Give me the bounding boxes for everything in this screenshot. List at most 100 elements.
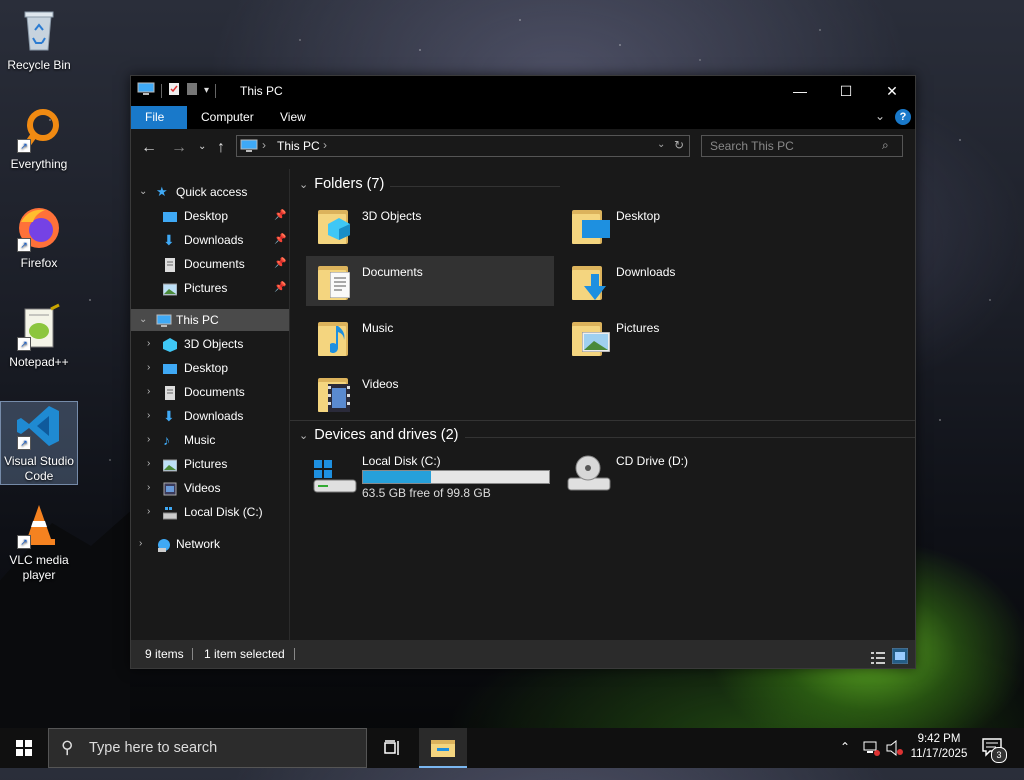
navigation-pane[interactable]: ⌄ ★ Quick access Desktop 📌 ⬇ Downloads 📌…: [131, 169, 290, 640]
chevron-down-icon[interactable]: ⌄: [139, 309, 147, 331]
taskbar-search-box[interactable]: ⚲ Type here to search: [48, 728, 367, 768]
chevron-right-icon[interactable]: ›: [147, 429, 150, 451]
pin-icon[interactable]: 📌: [274, 229, 286, 251]
task-view-button[interactable]: [383, 739, 401, 760]
drive-tile-local-disk-c[interactable]: Local Disk (C:) 63.5 GB free of 99.8 GB: [312, 454, 562, 504]
folder-tile-pictures[interactable]: Pictures: [560, 312, 808, 362]
nav-pc-pictures[interactable]: › Pictures: [131, 453, 289, 475]
taskbar-file-explorer[interactable]: [419, 728, 467, 768]
folder-downloads-icon: [570, 260, 610, 300]
pin-icon[interactable]: 📌: [274, 253, 286, 275]
new-folder-icon[interactable]: [186, 82, 198, 99]
up-arrow-icon[interactable]: ↑: [217, 139, 225, 157]
nav-pc-local-disk[interactable]: › Local Disk (C:): [131, 501, 289, 523]
desktop-icon-label: VLC media player: [9, 553, 69, 582]
tab-view[interactable]: View: [266, 106, 320, 129]
pin-icon[interactable]: 📌: [274, 205, 286, 227]
folder-tile-desktop[interactable]: Desktop: [560, 200, 808, 250]
show-hidden-icons-button[interactable]: ⌃: [840, 740, 850, 780]
help-icon[interactable]: ?: [895, 109, 911, 125]
chevron-right-icon[interactable]: ›: [147, 501, 150, 523]
desktop-icon-recycle-bin[interactable]: Recycle Bin: [1, 6, 77, 73]
breadcrumb-separator[interactable]: ›: [262, 138, 266, 152]
desktop-icon-notepadpp[interactable]: ↗ Notepad++: [1, 303, 77, 370]
start-button[interactable]: [16, 740, 32, 759]
search-input[interactable]: Search This PC: [710, 139, 794, 153]
address-dropdown-icon[interactable]: ⌄: [657, 139, 665, 150]
address-bar[interactable]: › This PC › ⌄ ↻: [236, 135, 690, 157]
network-disconnected-icon[interactable]: [862, 740, 880, 780]
customize-qat-icon[interactable]: ▾: [204, 85, 209, 96]
nav-this-pc[interactable]: ⌄ This PC: [131, 309, 289, 331]
folder-tile-downloads[interactable]: Downloads: [560, 256, 808, 306]
content-pane[interactable]: ⌄ Folders (7) 3D Objects Desktop Document…: [290, 169, 915, 640]
forward-arrow-icon[interactable]: →: [171, 139, 187, 157]
search-box[interactable]: Search This PC ⌕: [701, 135, 903, 157]
ribbon-expand-icon[interactable]: ⌄: [875, 109, 885, 123]
clock[interactable]: 9:42 PM 11/17/2025: [908, 728, 970, 772]
nav-label: Music: [184, 433, 216, 447]
devices-group-header[interactable]: ⌄ Devices and drives (2): [299, 427, 458, 443]
drive-tile-cd-drive-d[interactable]: CD Drive (D:): [566, 454, 816, 504]
chevron-right-icon[interactable]: ›: [147, 477, 150, 499]
folder-documents-icon: [316, 260, 356, 300]
desktop-icon-firefox[interactable]: ↗ Firefox: [1, 204, 77, 271]
breadcrumb-this-pc[interactable]: This PC: [277, 139, 320, 153]
large-icons-view-icon[interactable]: [891, 646, 909, 674]
folder-tile-music[interactable]: Music: [306, 312, 554, 362]
file-explorer-window[interactable]: ▾ This PC — ☐ ✕ File Computer View ⌄ ? ←…: [130, 75, 916, 669]
chevron-right-icon[interactable]: ›: [147, 453, 150, 475]
minimize-button[interactable]: —: [777, 76, 823, 106]
properties-icon[interactable]: [168, 82, 180, 99]
close-button[interactable]: ✕: [869, 76, 915, 106]
devices-group-title: Devices and drives (2): [314, 427, 459, 443]
breadcrumb-separator[interactable]: ›: [323, 138, 327, 152]
nav-quick-downloads[interactable]: ⬇ Downloads 📌: [131, 229, 289, 251]
nav-pc-3d-objects[interactable]: › 3D Objects: [131, 333, 289, 355]
nav-pc-documents[interactable]: › Documents: [131, 381, 289, 403]
folder-tile-documents[interactable]: Documents: [306, 256, 554, 306]
tab-computer[interactable]: Computer: [187, 106, 268, 129]
windows-logo-icon: [16, 740, 32, 756]
taskbar-search-input[interactable]: Type here to search: [89, 740, 217, 756]
drive-label: CD Drive (D:): [616, 454, 688, 468]
nav-quick-pictures[interactable]: Pictures 📌: [131, 277, 289, 299]
nav-pc-downloads[interactable]: › ⬇ Downloads: [131, 405, 289, 427]
refresh-icon[interactable]: ↻: [674, 138, 684, 152]
desktop-icon-label: Everything: [10, 157, 68, 171]
nav-quick-documents[interactable]: Documents 📌: [131, 253, 289, 275]
chevron-right-icon[interactable]: ›: [147, 381, 150, 403]
folder-label: Documents: [362, 265, 423, 279]
search-icon[interactable]: ⌕: [882, 138, 889, 153]
nav-pc-videos[interactable]: › Videos: [131, 477, 289, 499]
nav-pc-desktop[interactable]: › Desktop: [131, 357, 289, 379]
details-view-icon[interactable]: [871, 647, 885, 675]
desktop-icon-label: Notepad++: [9, 355, 69, 369]
folder-label: Pictures: [616, 321, 660, 335]
maximize-button[interactable]: ☐: [823, 76, 869, 106]
chevron-right-icon[interactable]: ›: [147, 357, 150, 379]
recent-locations-icon[interactable]: ⌄: [198, 141, 206, 152]
chevron-right-icon[interactable]: ›: [147, 405, 150, 427]
nav-quick-access[interactable]: ⌄ ★ Quick access: [131, 181, 289, 203]
nav-pc-music[interactable]: › ♪ Music: [131, 429, 289, 451]
tab-file[interactable]: File: [131, 106, 187, 129]
volume-muted-icon[interactable]: [886, 739, 904, 780]
back-arrow-icon[interactable]: ←: [141, 139, 157, 157]
chevron-right-icon[interactable]: ›: [139, 533, 142, 555]
folder-tile-3d-objects[interactable]: 3D Objects: [306, 200, 554, 250]
chevron-down-icon[interactable]: ⌄: [139, 181, 147, 203]
nav-quick-desktop[interactable]: Desktop 📌: [131, 205, 289, 227]
action-center-button[interactable]: 3: [982, 738, 1007, 778]
chevron-down-icon[interactable]: ⌄: [299, 430, 308, 442]
chevron-right-icon[interactable]: ›: [147, 333, 150, 355]
pin-icon[interactable]: 📌: [274, 277, 286, 299]
chevron-down-icon[interactable]: ⌄: [299, 179, 308, 191]
nav-network[interactable]: › Network: [131, 533, 289, 555]
folders-group-header[interactable]: ⌄ Folders (7): [299, 176, 384, 192]
desktop-icon-vlc[interactable]: ↗ VLC media player: [1, 501, 77, 583]
title-bar[interactable]: ▾ This PC — ☐ ✕: [131, 76, 915, 106]
desktop-icon-vscode[interactable]: ↗ Visual Studio Code: [0, 401, 78, 485]
folder-tile-videos[interactable]: Videos: [306, 368, 554, 418]
desktop-icon-everything[interactable]: ↗ Everything: [1, 105, 77, 172]
